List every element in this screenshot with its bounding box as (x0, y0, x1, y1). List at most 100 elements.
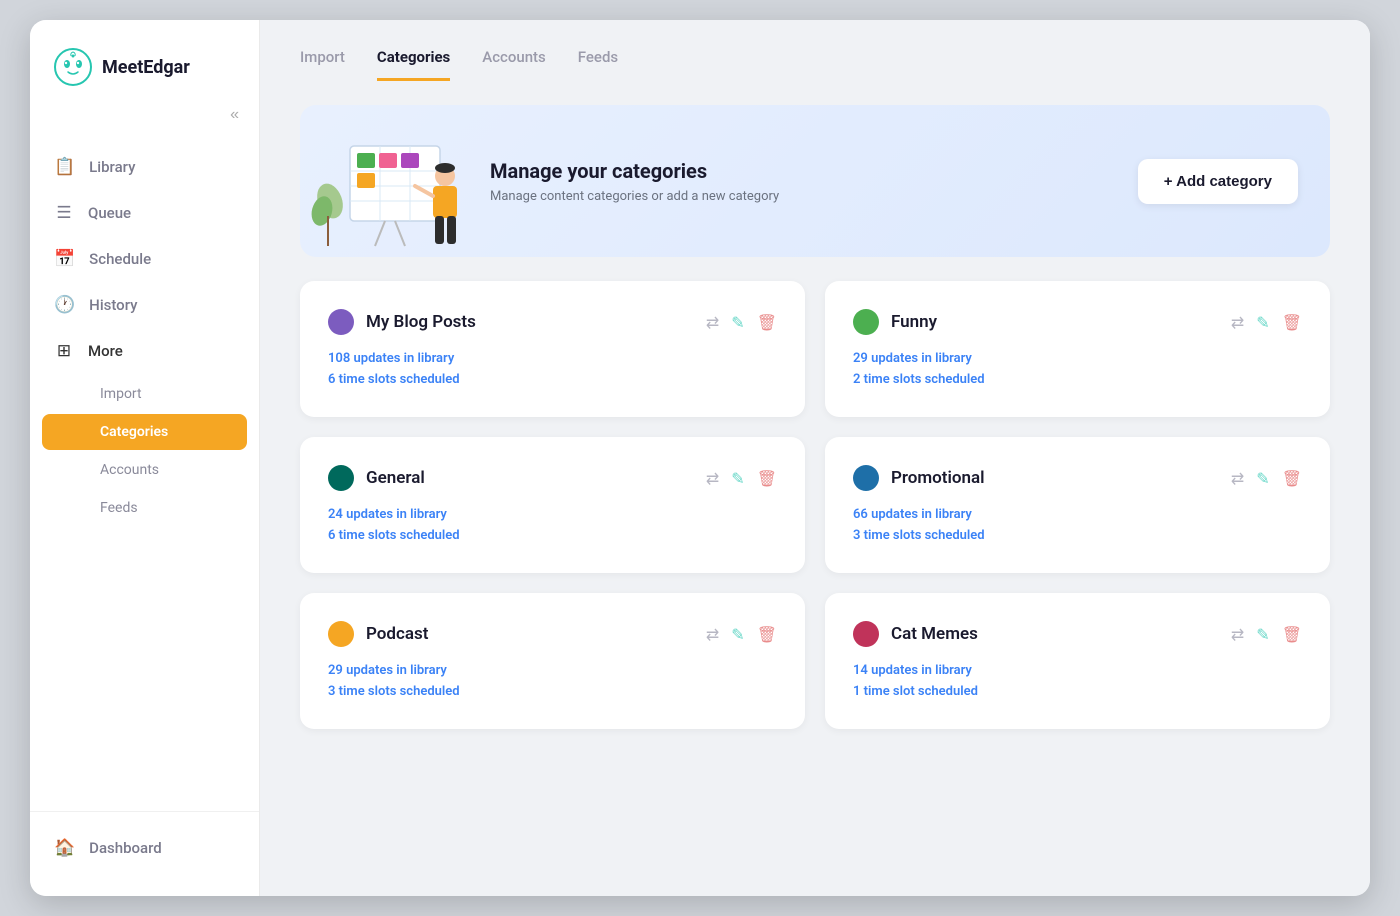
card-title-row-podcast: Podcast (328, 621, 428, 647)
sidebar-sub-item-categories[interactable]: Categories (42, 414, 247, 450)
edit-icon-my-blog-posts[interactable]: ✎ (731, 313, 744, 332)
card-title-promotional: Promotional (891, 468, 985, 488)
sidebar-item-label-history: History (89, 296, 137, 314)
card-actions-podcast: ⇄ ✎ 🗑 (706, 625, 777, 644)
sidebar-bottom: 🏠 Dashboard (30, 811, 259, 896)
sidebar-sub-label-accounts: Accounts (100, 462, 159, 478)
category-card-cat-memes: Cat Memes ⇄ ✎ 🗑 14 updates in library 1 … (825, 593, 1330, 729)
sidebar-item-dashboard[interactable]: 🏠 Dashboard (54, 828, 235, 868)
delete-icon-promotional[interactable]: 🗑 (1282, 469, 1302, 488)
logo-icon (54, 48, 92, 86)
card-header-promotional: Promotional ⇄ ✎ 🗑 (853, 465, 1302, 491)
sidebar-item-label-dashboard: Dashboard (89, 839, 162, 857)
sidebar: MeetEdgar « 📋 Library ☰ Queue 📅 Schedule… (30, 20, 260, 896)
hero-illustration (300, 121, 480, 241)
sidebar-nav: 📋 Library ☰ Queue 📅 Schedule 🕐 History ⊞… (30, 134, 259, 811)
card-title-row-general: General (328, 465, 425, 491)
updates-stat-my-blog-posts[interactable]: 108 updates in library (328, 351, 777, 366)
delete-icon-funny[interactable]: 🗑 (1282, 313, 1302, 332)
slots-stat-my-blog-posts[interactable]: 6 time slots scheduled (328, 372, 777, 387)
category-card-general: General ⇄ ✎ 🗑 24 updates in library 6 ti… (300, 437, 805, 573)
category-card-promotional: Promotional ⇄ ✎ 🗑 66 updates in library … (825, 437, 1330, 573)
card-header-cat-memes: Cat Memes ⇄ ✎ 🗑 (853, 621, 1302, 647)
hero-title: Manage your categories (490, 159, 1138, 183)
tab-feeds[interactable]: Feeds (578, 48, 618, 81)
card-actions-funny: ⇄ ✎ 🗑 (1231, 313, 1302, 332)
shuffle-icon-my-blog-posts[interactable]: ⇄ (706, 313, 719, 332)
edit-icon-promotional[interactable]: ✎ (1256, 469, 1269, 488)
category-card-podcast: Podcast ⇄ ✎ 🗑 29 updates in library 3 ti… (300, 593, 805, 729)
sidebar-sub-label-categories: Categories (100, 424, 168, 440)
color-dot-cat-memes (853, 621, 879, 647)
sidebar-sub-item-import[interactable]: Import (42, 376, 247, 412)
sidebar-sub-item-accounts[interactable]: Accounts (42, 452, 247, 488)
card-title-cat-memes: Cat Memes (891, 624, 978, 644)
top-tabs: Import Categories Accounts Feeds (260, 20, 1370, 81)
card-header-funny: Funny ⇄ ✎ 🗑 (853, 309, 1302, 335)
hero-subtitle: Manage content categories or add a new c… (490, 189, 1138, 204)
updates-stat-funny[interactable]: 29 updates in library (853, 351, 1302, 366)
card-title-row-promotional: Promotional (853, 465, 985, 491)
categories-grid: My Blog Posts ⇄ ✎ 🗑 108 updates in libra… (260, 257, 1370, 761)
brand-name: MeetEdgar (102, 57, 190, 78)
shuffle-icon-promotional[interactable]: ⇄ (1231, 469, 1244, 488)
sidebar-item-more[interactable]: ⊞ More (30, 328, 259, 374)
sidebar-item-label-schedule: Schedule (89, 250, 151, 268)
delete-icon-general[interactable]: 🗑 (757, 469, 777, 488)
updates-stat-cat-memes[interactable]: 14 updates in library (853, 663, 1302, 678)
color-dot-podcast (328, 621, 354, 647)
sidebar-sub-label-import: Import (100, 386, 142, 402)
card-title-general: General (366, 468, 425, 488)
card-header-general: General ⇄ ✎ 🗑 (328, 465, 777, 491)
updates-stat-podcast[interactable]: 29 updates in library (328, 663, 777, 678)
delete-icon-my-blog-posts[interactable]: 🗑 (757, 313, 777, 332)
sidebar-item-schedule[interactable]: 📅 Schedule (30, 236, 259, 282)
shuffle-icon-funny[interactable]: ⇄ (1231, 313, 1244, 332)
shuffle-icon-cat-memes[interactable]: ⇄ (1231, 625, 1244, 644)
shuffle-icon-general[interactable]: ⇄ (706, 469, 719, 488)
color-dot-my-blog-posts (328, 309, 354, 335)
edit-icon-general[interactable]: ✎ (731, 469, 744, 488)
delete-icon-cat-memes[interactable]: 🗑 (1282, 625, 1302, 644)
sidebar-item-label-queue: Queue (88, 204, 131, 222)
slots-stat-podcast[interactable]: 3 time slots scheduled (328, 684, 777, 699)
slots-stat-general[interactable]: 6 time slots scheduled (328, 528, 777, 543)
updates-stat-general[interactable]: 24 updates in library (328, 507, 777, 522)
slots-stat-funny[interactable]: 2 time slots scheduled (853, 372, 1302, 387)
card-actions-my-blog-posts: ⇄ ✎ 🗑 (706, 313, 777, 332)
color-dot-funny (853, 309, 879, 335)
slots-stat-promotional[interactable]: 3 time slots scheduled (853, 528, 1302, 543)
collapse-button[interactable]: « (230, 106, 239, 124)
card-actions-cat-memes: ⇄ ✎ 🗑 (1231, 625, 1302, 644)
edit-icon-cat-memes[interactable]: ✎ (1256, 625, 1269, 644)
card-title-row-cat-memes: Cat Memes (853, 621, 978, 647)
sidebar-logo: MeetEdgar (30, 20, 259, 106)
tab-import[interactable]: Import (300, 48, 345, 81)
more-icon: ⊞ (54, 341, 74, 361)
tab-accounts[interactable]: Accounts (482, 48, 546, 81)
schedule-icon: 📅 (54, 249, 75, 269)
shuffle-icon-podcast[interactable]: ⇄ (706, 625, 719, 644)
tab-categories[interactable]: Categories (377, 48, 450, 81)
edit-icon-funny[interactable]: ✎ (1256, 313, 1269, 332)
edit-icon-podcast[interactable]: ✎ (731, 625, 744, 644)
hero-svg (300, 121, 480, 251)
sidebar-item-label-more: More (88, 342, 123, 360)
sidebar-sub-item-feeds[interactable]: Feeds (42, 490, 247, 526)
card-header-podcast: Podcast ⇄ ✎ 🗑 (328, 621, 777, 647)
queue-icon: ☰ (54, 203, 74, 223)
sidebar-item-library[interactable]: 📋 Library (30, 144, 259, 190)
card-title-row-funny: Funny (853, 309, 937, 335)
card-header-my-blog-posts: My Blog Posts ⇄ ✎ 🗑 (328, 309, 777, 335)
sidebar-collapse[interactable]: « (30, 106, 259, 134)
sidebar-item-history[interactable]: 🕐 History (30, 282, 259, 328)
slots-stat-cat-memes[interactable]: 1 time slot scheduled (853, 684, 1302, 699)
sidebar-item-queue[interactable]: ☰ Queue (30, 190, 259, 236)
category-card-funny: Funny ⇄ ✎ 🗑 29 updates in library 2 time… (825, 281, 1330, 417)
hero-text: Manage your categories Manage content ca… (490, 159, 1138, 204)
add-category-button[interactable]: + Add category (1138, 159, 1298, 204)
sidebar-sub-label-feeds: Feeds (100, 500, 138, 516)
delete-icon-podcast[interactable]: 🗑 (757, 625, 777, 644)
main-content: Import Categories Accounts Feeds (260, 20, 1370, 896)
updates-stat-promotional[interactable]: 66 updates in library (853, 507, 1302, 522)
